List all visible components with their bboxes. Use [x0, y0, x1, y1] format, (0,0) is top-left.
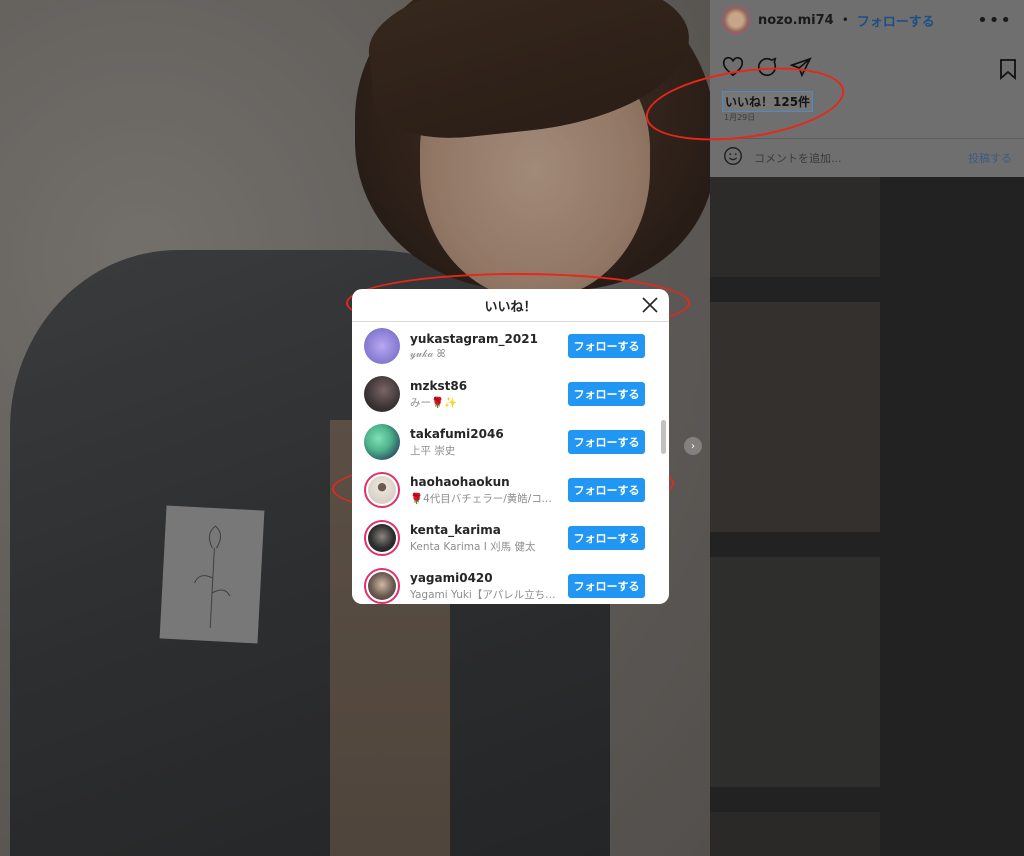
- avatar-image: [364, 376, 400, 412]
- follow-author-link[interactable]: フォローする: [857, 11, 935, 30]
- share-icon[interactable]: [789, 56, 812, 82]
- next-post-arrow-icon[interactable]: ›: [684, 437, 702, 455]
- follow-button[interactable]: フォローする: [568, 478, 645, 502]
- avatar-image: [368, 524, 396, 552]
- avatar-image: [368, 572, 396, 600]
- header-separator: •: [841, 13, 849, 27]
- liker-username[interactable]: mzkst86: [410, 379, 568, 393]
- liker-avatar[interactable]: [364, 424, 400, 460]
- modal-title: いいね！: [484, 299, 537, 315]
- emoji-icon[interactable]: [722, 145, 744, 171]
- avatar-image: [364, 424, 400, 460]
- grid-tile[interactable]: [710, 557, 880, 787]
- author-username[interactable]: nozo.mi74: [758, 13, 834, 28]
- heart-icon[interactable]: [722, 56, 744, 82]
- grid-tile[interactable]: [710, 812, 880, 856]
- follow-button[interactable]: フォローする: [568, 526, 645, 550]
- post-actions: [722, 56, 812, 82]
- avatar-image: [368, 476, 396, 504]
- avatar-image: [364, 328, 400, 364]
- liker-username[interactable]: yagami0420: [410, 571, 568, 585]
- liker-avatar[interactable]: [364, 376, 400, 412]
- liker-avatar[interactable]: [364, 472, 400, 508]
- liker-display-name: 上平 崇史: [410, 444, 456, 457]
- liker-avatar[interactable]: [364, 328, 400, 364]
- liker-row: mzkst86 みー🌹✨ フォローする: [352, 370, 669, 418]
- list-scrollbar[interactable]: [661, 420, 666, 454]
- modal-header: いいね！: [352, 289, 669, 322]
- liker-row: yukastagram_2021 𝓎𝓊𝓀𝒶 ꕤ フォローする: [352, 322, 669, 370]
- comment-input[interactable]: コメントを追加...: [754, 150, 958, 166]
- likes-modal: いいね！ yukastagram_2021 𝓎𝓊𝓀𝒶 ꕤ フォローする mzkst…: [352, 289, 669, 604]
- comment-icon[interactable]: [756, 56, 778, 82]
- liker-username[interactable]: kenta_karima: [410, 523, 568, 537]
- liker-avatar[interactable]: [364, 520, 400, 556]
- more-options-icon[interactable]: •••: [977, 10, 1012, 31]
- bookmark-icon[interactable]: [998, 58, 1018, 84]
- liker-row: yagami0420 Yagami Yuki【アパレル立ち… フォローする: [352, 562, 669, 604]
- post-header: nozo.mi74 • フォローする: [722, 6, 935, 34]
- follow-button[interactable]: フォローする: [568, 334, 645, 358]
- liker-display-name: 𝓎𝓊𝓀𝒶 ꕤ: [410, 347, 446, 360]
- author-avatar[interactable]: [722, 6, 750, 34]
- post-date: 1月29日: [724, 113, 756, 122]
- comment-bar: コメントを追加... 投稿する: [710, 138, 1024, 176]
- liker-username[interactable]: yukastagram_2021: [410, 332, 568, 346]
- liker-avatar[interactable]: [364, 568, 400, 604]
- liker-display-name: 🌹4代目バチェラー/黄皓/コウ…: [410, 492, 560, 505]
- likers-list[interactable]: yukastagram_2021 𝓎𝓊𝓀𝒶 ꕤ フォローする mzkst86 みー🌹…: [352, 322, 669, 604]
- grid-tile[interactable]: [710, 302, 880, 532]
- post-comment-button[interactable]: 投稿する: [968, 150, 1012, 166]
- likes-count-link[interactable]: いいね！125件: [722, 91, 814, 112]
- liker-display-name: みー🌹✨: [410, 396, 458, 409]
- liker-username[interactable]: takafumi2046: [410, 427, 568, 441]
- grid-tile[interactable]: [710, 177, 880, 277]
- liker-display-name: Kenta Karima I 刈馬 健太: [410, 540, 536, 553]
- post-side-panel: nozo.mi74 • フォローする ••• いいね！125件 1月29日 コメ…: [710, 0, 1024, 856]
- post-details: nozo.mi74 • フォローする ••• いいね！125件 1月29日 コメ…: [710, 0, 1024, 177]
- follow-button[interactable]: フォローする: [568, 430, 645, 454]
- follow-button[interactable]: フォローする: [568, 382, 645, 406]
- close-icon[interactable]: [640, 295, 660, 315]
- liker-row: haohaohaokun 🌹4代目バチェラー/黄皓/コウ… フォローする: [352, 466, 669, 514]
- liker-username[interactable]: haohaohaokun: [410, 475, 568, 489]
- liker-row: kenta_karima Kenta Karima I 刈馬 健太 フォローする: [352, 514, 669, 562]
- follow-button[interactable]: フォローする: [568, 574, 645, 598]
- liker-display-name: Yagami Yuki【アパレル立ち…: [410, 588, 556, 601]
- liker-row: takafumi2046 上平 崇史 フォローする: [352, 418, 669, 466]
